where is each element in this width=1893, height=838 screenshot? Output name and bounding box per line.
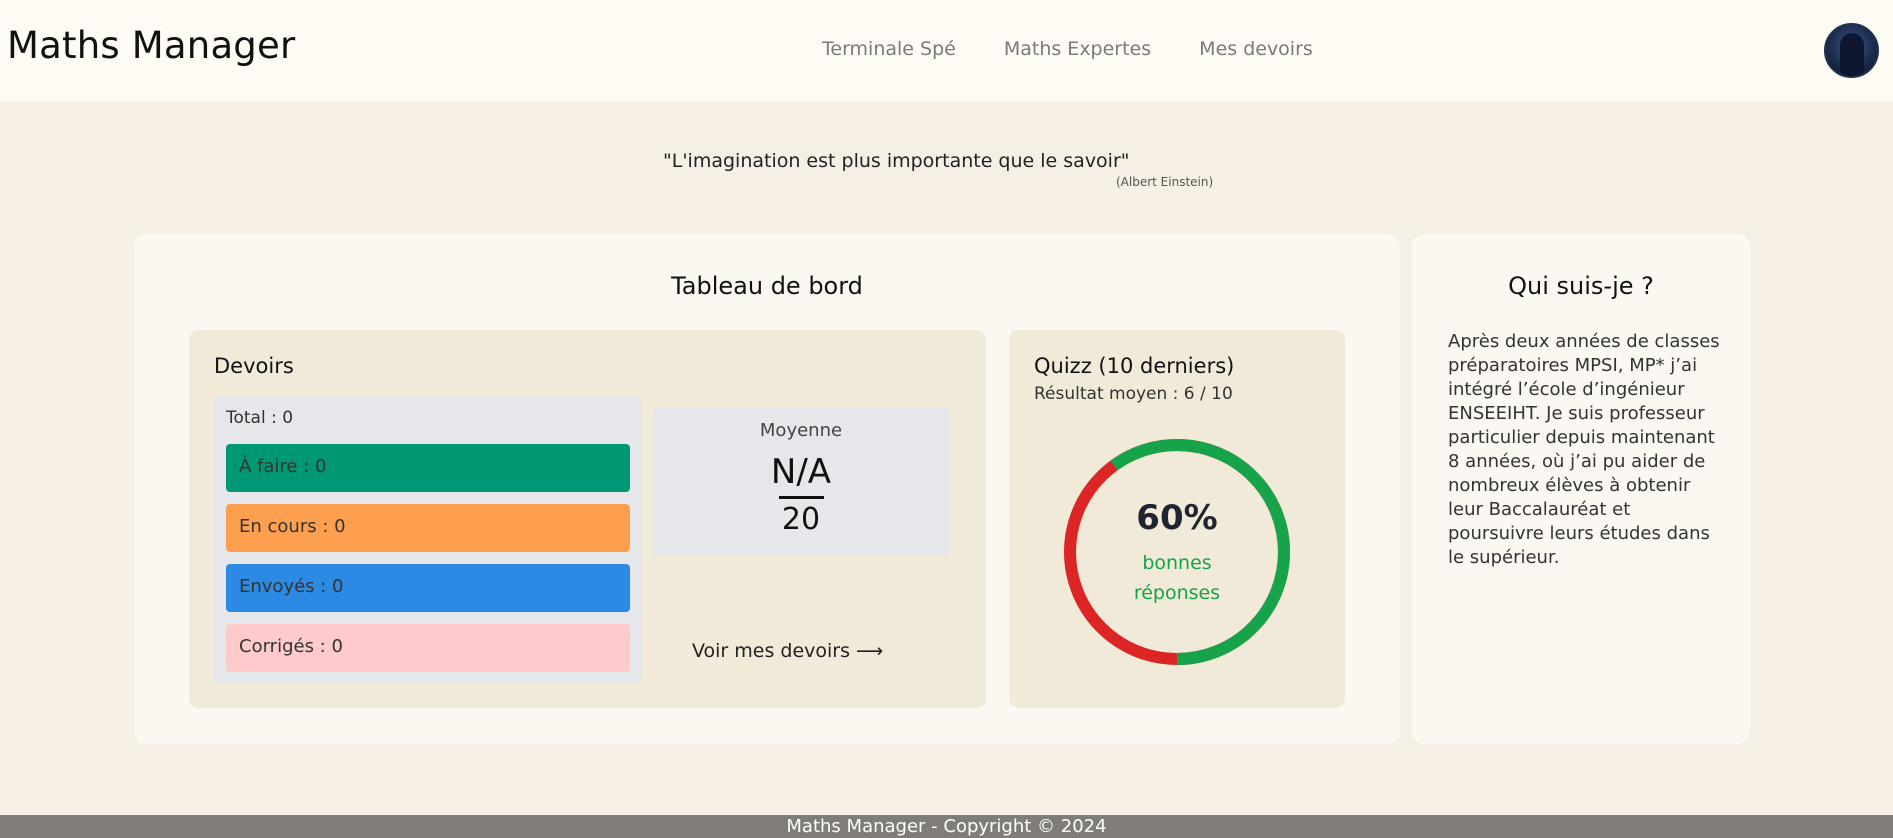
about-title: Qui suis-je ? — [1508, 272, 1654, 300]
devoirs-title: Devoirs — [214, 354, 294, 378]
about-text: Après deux années de classes préparatoir… — [1448, 331, 1720, 568]
quiz-percent: 60% — [1136, 498, 1218, 538]
moyenne-label: Moyenne — [759, 420, 843, 441]
quote-text: "L'imagination est plus importante que l… — [663, 150, 1130, 172]
quiz-average: Résultat moyen : 6 / 10 — [1034, 384, 1233, 404]
stat-a-faire[interactable]: À faire : 0 — [226, 444, 630, 492]
stat-corriges[interactable]: Corrigés : 0 — [226, 624, 630, 672]
voir-devoirs-link[interactable]: Voir mes devoirs ⟶ — [692, 640, 883, 662]
dashboard-panel: Tableau de bord Devoirs Total : 0 À fair… — [134, 234, 1400, 744]
quiz-percent-label-line1: bonnes — [1142, 552, 1212, 574]
nav-mes-devoirs[interactable]: Mes devoirs — [1199, 38, 1313, 60]
devoirs-total: Total : 0 — [226, 408, 294, 428]
brand-title[interactable]: Maths Manager — [7, 24, 295, 67]
about-panel: Qui suis-je ? Après deux années de class… — [1412, 234, 1750, 744]
nav-terminale-spe[interactable]: Terminale Spé — [822, 38, 956, 60]
stat-envoyes[interactable]: Envoyés : 0 — [226, 564, 630, 612]
devoirs-stats: Total : 0 À faire : 0 En cours : 0 Envoy… — [214, 396, 642, 684]
moyenne-box: Moyenne N/A 20 — [653, 408, 949, 556]
quiz-title: Quizz (10 derniers) — [1034, 354, 1235, 378]
nav-maths-expertes[interactable]: Maths Expertes — [1004, 38, 1151, 60]
main-nav: Terminale Spé Maths Expertes Mes devoirs — [822, 38, 1361, 60]
avatar-portrait-icon — [1840, 33, 1864, 76]
quiz-card: Quizz (10 derniers) Résultat moyen : 6 /… — [1009, 330, 1345, 708]
quiz-percent-label-line2: réponses — [1133, 582, 1221, 604]
moyenne-value: N/A — [770, 452, 832, 492]
fraction-bar — [779, 496, 824, 499]
top-bar: Maths Manager Terminale Spé Maths Expert… — [0, 0, 1893, 102]
stat-en-cours[interactable]: En cours : 0 — [226, 504, 630, 552]
devoirs-card: Devoirs Total : 0 À faire : 0 En cours :… — [189, 330, 986, 708]
dashboard-title: Tableau de bord — [671, 272, 863, 300]
moyenne-denominator: 20 — [781, 502, 821, 537]
footer: Maths Manager - Copyright © 2024 — [0, 815, 1893, 838]
user-avatar[interactable] — [1824, 23, 1879, 78]
quiz-percent-label: bonnes réponses — [1061, 548, 1293, 608]
quote-author: (Albert Einstein) — [1116, 175, 1214, 189]
